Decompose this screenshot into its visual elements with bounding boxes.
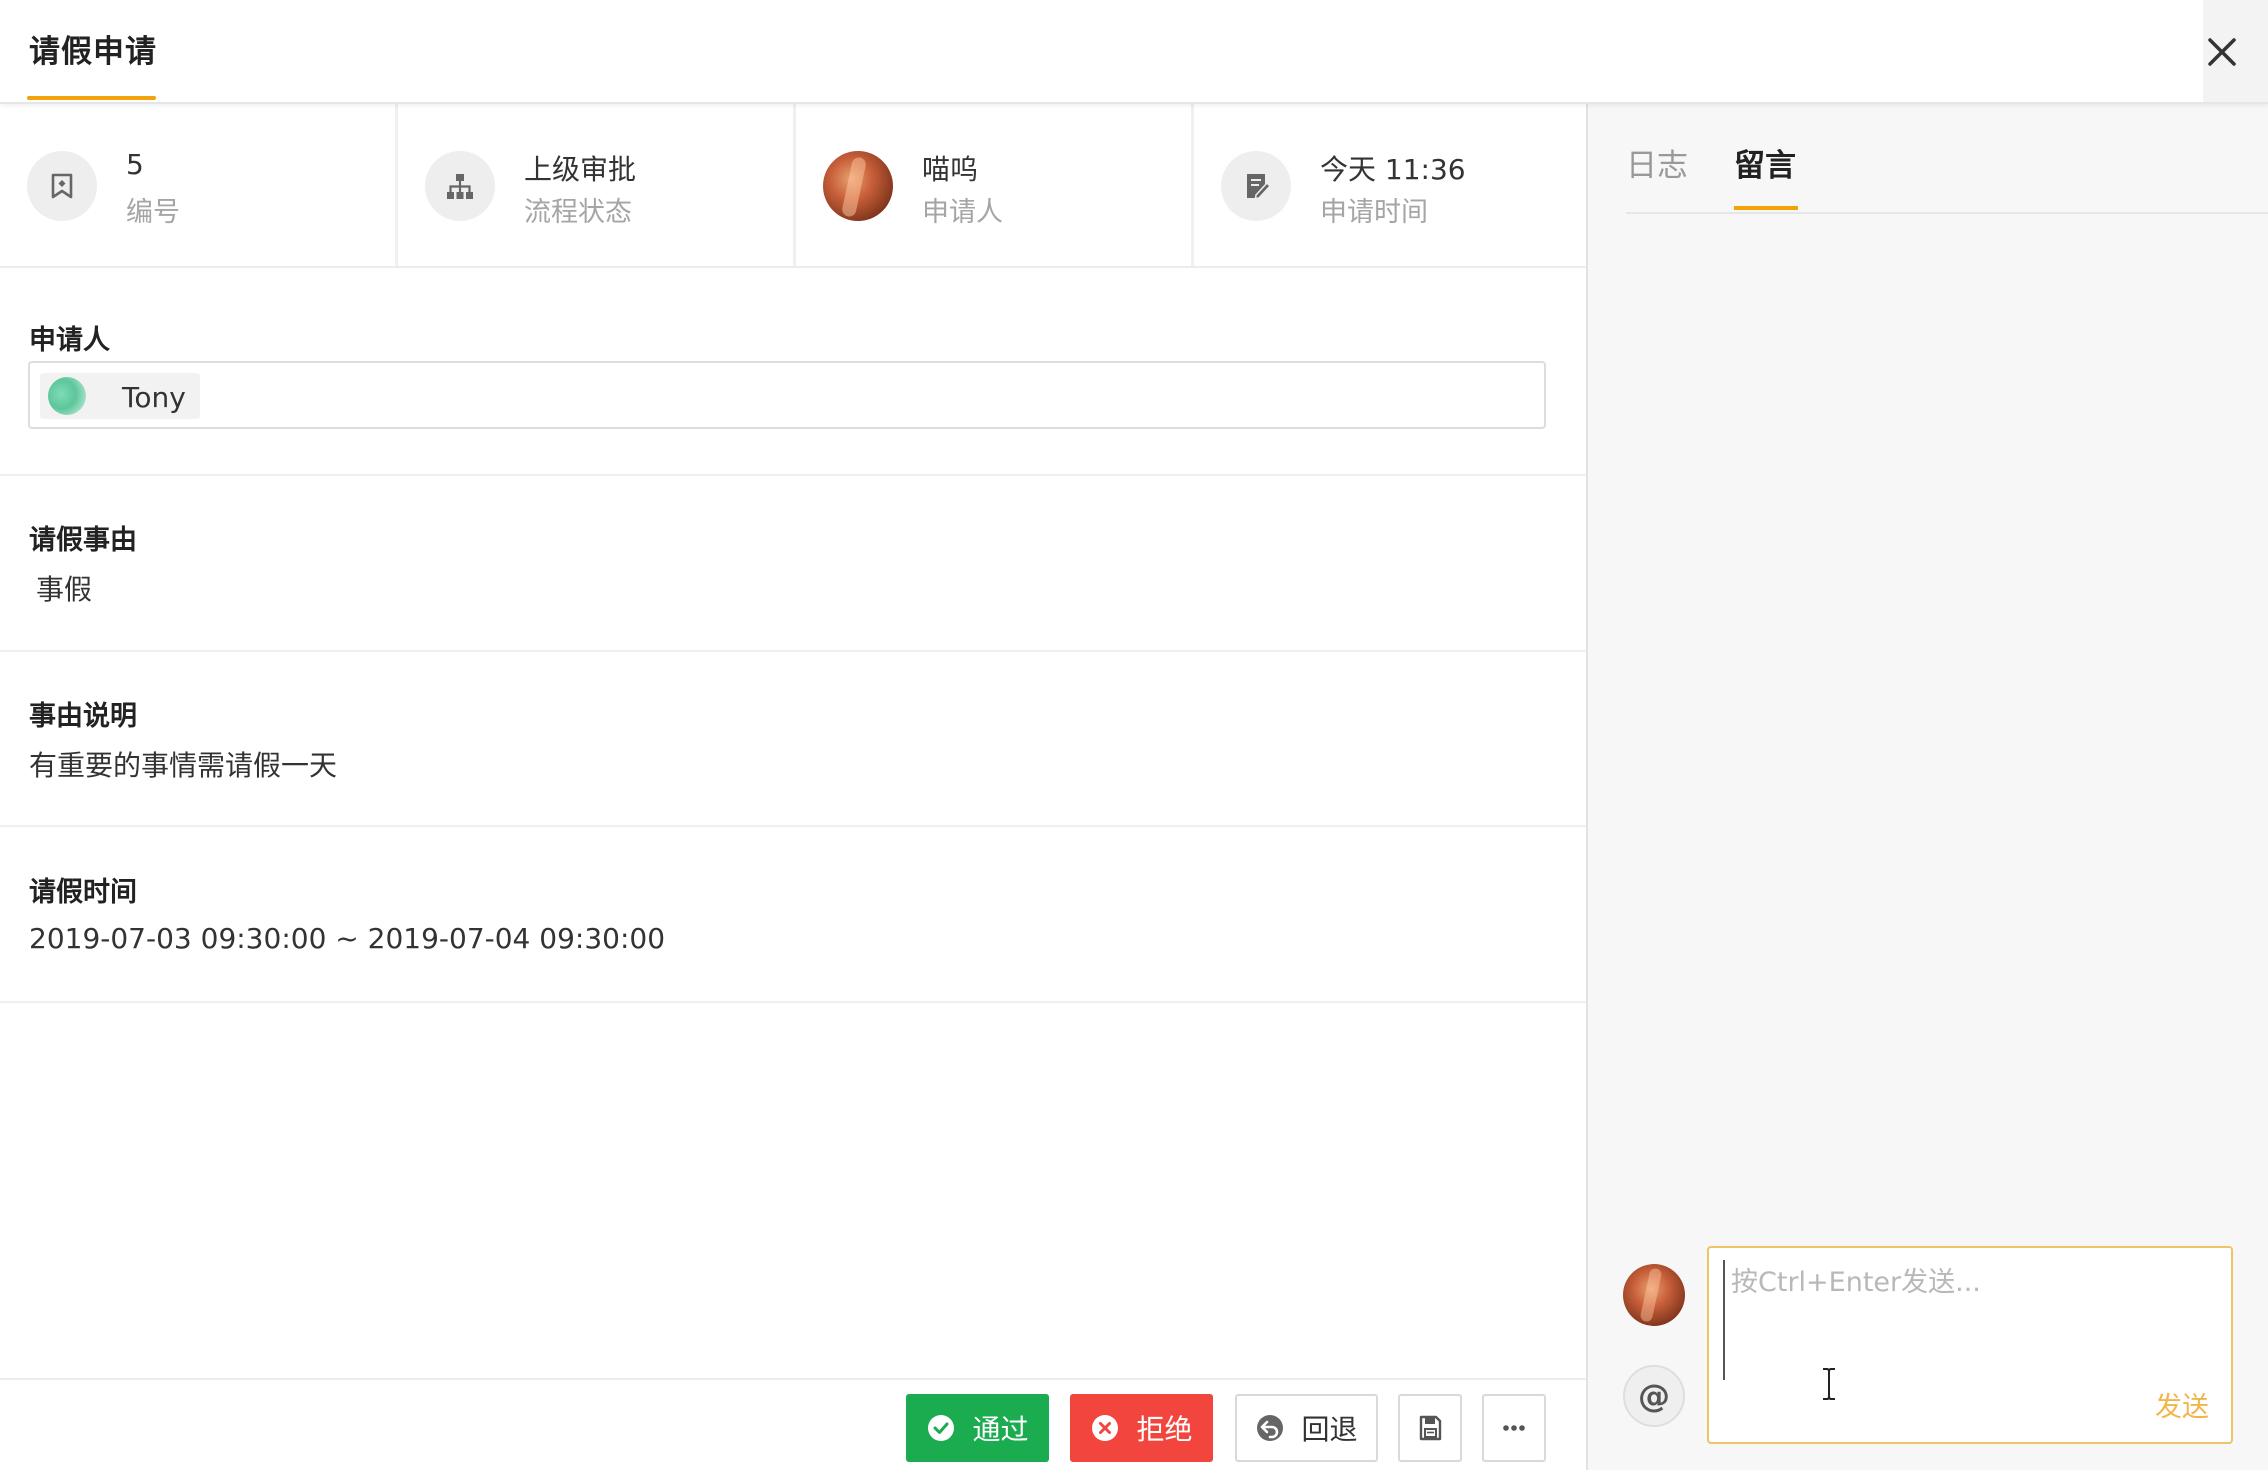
back-button[interactable]: 回退 [1235,1394,1378,1462]
text-cursor-icon [1823,1368,1835,1400]
more-button[interactable] [1482,1394,1546,1462]
info-label: 编号 [126,197,180,228]
info-value: 喵呜 [922,153,979,186]
close-circle-icon [1092,1415,1119,1441]
info-card-applicant: 喵呜 申请人 [796,104,1194,266]
active-tab-indicator [1734,206,1798,210]
info-card-time: 今天 11:36 申请时间 [1194,104,1586,266]
comment-panel: 日志 留言 @ 发送 [1586,104,2268,1470]
check-circle-icon [928,1415,955,1441]
back-label: 回退 [1301,1413,1358,1446]
description-section: 事由说明 有重要的事情需请假一天 [0,652,1586,827]
more-icon [1503,1425,1525,1431]
title-underline [27,96,156,100]
info-card-number: 5 编号 [0,104,398,266]
org-chart-icon [425,151,495,221]
info-value: 今天 11:36 [1320,153,1466,186]
avatar [823,151,893,221]
avatar [1623,1264,1685,1326]
pass-button[interactable]: 通过 [906,1394,1049,1462]
field-value: 事假 [36,573,93,606]
edit-doc-icon [1221,151,1291,221]
tab-messages[interactable]: 留言 [1734,140,1796,185]
reason-section: 请假事由 事假 [0,476,1586,652]
field-title: 请假时间 [29,877,137,908]
pass-label: 通过 [972,1413,1029,1446]
action-bar: 通过 拒绝 回退 [0,1378,1586,1470]
info-card-status: 上级审批 流程状态 [398,104,796,266]
close-icon [2208,38,2236,66]
comment-input[interactable] [1723,1260,2203,1380]
field-title: 请假事由 [29,525,137,556]
save-icon [1419,1415,1442,1441]
undo-circle-icon [1257,1415,1284,1441]
info-label: 申请人 [922,197,1003,228]
field-value: 2019-07-03 09:30:00 ~ 2019-07-04 09:30:0… [29,922,666,955]
save-button[interactable] [1398,1394,1462,1462]
info-value: 上级审批 [524,153,637,186]
avatar [48,377,86,415]
info-value: 5 [126,148,144,181]
comment-tabs: 日志 留言 [1626,104,2268,214]
detail-panel: 5 编号 上级审批 流程状态 喵呜 申请人 今天 11:36 申请时间 申请人 [0,104,1586,1470]
close-button[interactable] [2196,26,2248,78]
dialog-header: 请假申请 [0,0,2268,104]
reject-button[interactable]: 拒绝 [1070,1394,1213,1462]
tag-icon [27,151,97,221]
info-label: 申请时间 [1320,197,1428,228]
info-summary-row: 5 编号 上级审批 流程状态 喵呜 申请人 今天 11:36 申请时间 [0,104,1586,268]
user-chip[interactable]: Tony [40,373,200,419]
field-value: 有重要的事情需请假一天 [29,749,338,782]
dialog-title: 请假申请 [29,34,157,70]
send-button[interactable]: 发送 [2155,1385,2209,1424]
mention-button[interactable]: @ [1623,1365,1685,1427]
info-label: 流程状态 [524,197,632,228]
user-name: Tony [122,381,186,414]
field-title: 申请人 [29,325,110,356]
tab-log[interactable]: 日志 [1626,140,1688,185]
reject-label: 拒绝 [1136,1413,1193,1446]
applicant-field[interactable]: Tony [28,361,1546,429]
comment-composer: 发送 [1707,1246,2233,1444]
time-section: 请假时间 2019-07-03 09:30:00 ~ 2019-07-04 09… [0,827,1586,1003]
field-title: 事由说明 [29,701,137,732]
